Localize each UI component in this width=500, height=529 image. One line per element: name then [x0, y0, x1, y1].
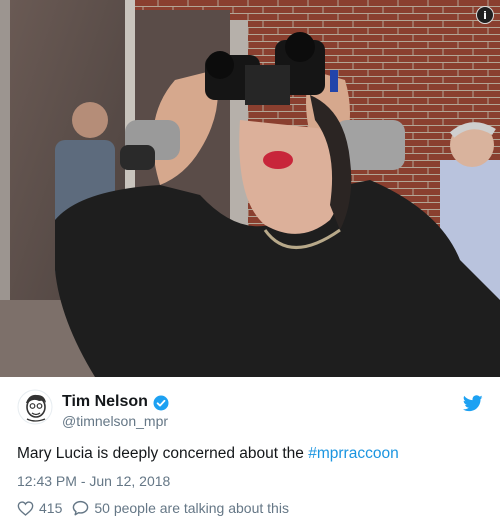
tweet-actions: 415 50 people are talking about this [17, 499, 289, 517]
tweet-timestamp[interactable]: 12:43 PM - Jun 12, 2018 [17, 473, 170, 489]
embedded-tweet-card: i Tim Nelson @timnelson_mpr Mary Lucia i… [0, 0, 500, 529]
hashtag-link[interactable]: #mprraccoon [308, 445, 398, 462]
user-name[interactable]: Tim Nelson [62, 393, 148, 411]
like-count[interactable]: 415 [39, 500, 62, 516]
user-handle[interactable]: @timnelson_mpr [62, 413, 168, 429]
talking-about-text[interactable]: 50 people are talking about this [94, 500, 289, 516]
tweet-text-body: Mary Lucia is deeply concerned about the [17, 445, 309, 462]
info-icon[interactable]: i [476, 6, 494, 24]
avatar[interactable] [17, 389, 53, 425]
tweet-photo[interactable]: i [0, 0, 500, 377]
tweet-text: Mary Lucia is deeply concerned about the… [17, 445, 399, 463]
avatar-sketch-icon [17, 389, 53, 425]
photo-illustration [0, 0, 500, 377]
verified-badge-icon [153, 395, 169, 411]
heart-icon[interactable] [17, 500, 34, 516]
twitter-bird-icon[interactable] [463, 395, 483, 412]
speech-bubble-icon[interactable] [72, 500, 89, 516]
